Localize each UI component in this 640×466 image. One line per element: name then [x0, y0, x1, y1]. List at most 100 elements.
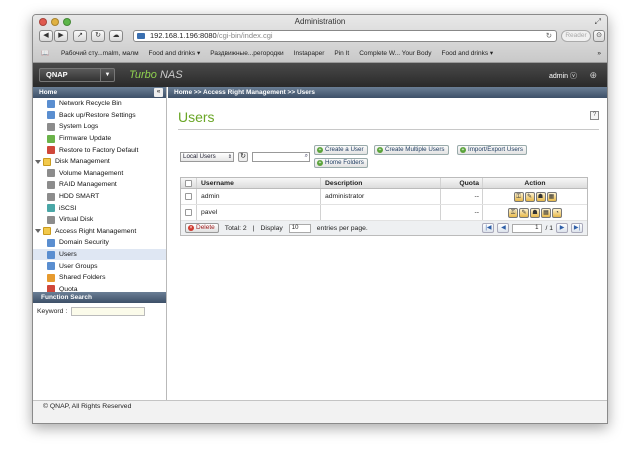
qnap-menu-button[interactable]: QNAP ▼ [39, 68, 115, 82]
function-search-header: Function Search [33, 292, 166, 303]
bookmark-item[interactable]: Instapaper [294, 50, 325, 57]
edit-user-group-icon[interactable]: ☗ [535, 191, 546, 202]
row-checkbox[interactable] [185, 193, 192, 200]
user-type-select[interactable]: Local Users ⇕ [180, 152, 234, 162]
row-checkbox[interactable] [185, 209, 192, 216]
delete-label: Delete [196, 224, 215, 231]
title-bar: Administration ⤢ [33, 15, 607, 29]
downloads-button[interactable]: ⊙ [593, 30, 605, 42]
collapse-sidebar-button[interactable]: « [154, 88, 163, 97]
sidebar-item[interactable]: Firmware Update [33, 133, 166, 145]
change-password-icon[interactable]: ⚿ [513, 191, 524, 202]
sidebar-item-label: Virtual Disk [59, 216, 94, 224]
row-actions: ⚿ ✎ ☗ ▦ ◔ [508, 207, 562, 218]
sidebar-item[interactable]: Users [33, 248, 166, 261]
bookmark-item[interactable]: Pin It [334, 50, 349, 57]
menu-item-icon [47, 146, 55, 155]
table-row[interactable]: pavel -- ⚿ ✎ ☗ ▦ ◔ [181, 205, 587, 221]
edit-shared-folder-permission-icon[interactable]: ▦ [546, 191, 557, 202]
column-description[interactable]: Description [321, 178, 441, 188]
select-arrows-icon: ⇕ [227, 154, 232, 160]
menu-item-icon [47, 285, 55, 292]
fullscreen-icon[interactable]: ⤢ [595, 17, 601, 27]
bookmarks-bar: 📖 Рабочий сту...malm, малм Food and drin… [33, 47, 607, 59]
import-export-users-button[interactable]: + Import/Export Users [457, 145, 528, 155]
help-icon[interactable]: ? [590, 111, 599, 120]
column-username[interactable]: Username [197, 178, 321, 188]
column-quota[interactable]: Quota [441, 178, 483, 188]
reader-button[interactable]: Reader [561, 30, 591, 42]
edit-shared-folder-permission-icon[interactable]: ▦ [541, 207, 551, 218]
edit-profile-icon[interactable]: ✎ [519, 207, 529, 218]
change-password-icon[interactable]: ⚿ [508, 207, 518, 218]
user-menu[interactable]: admin ⓥ [549, 71, 577, 81]
keyword-input[interactable] [71, 307, 146, 316]
table-row[interactable]: admin administrator -- ⚿ ✎ ☗ ▦ [181, 189, 587, 205]
next-page-button[interactable]: ▶ [556, 223, 568, 233]
sidebar-item[interactable]: User Groups [33, 260, 166, 272]
page-title: Users [178, 109, 215, 125]
description-cell [321, 205, 441, 220]
reload-button[interactable]: ↻ [91, 30, 105, 42]
language-globe-icon[interactable]: ⊕ [589, 70, 597, 81]
bookmark-item[interactable]: Complete W... Your Body [359, 50, 431, 57]
create-user-button[interactable]: + Create a User [314, 145, 368, 155]
menu-item-icon [47, 180, 55, 189]
icloud-tabs-button[interactable]: ☁ [109, 30, 123, 42]
expanded-arrow-icon[interactable] [35, 159, 41, 164]
refresh-button[interactable]: ↻ [238, 152, 248, 162]
bookmark-item[interactable]: Food and drinks ▾ [441, 49, 493, 57]
sidebar-item[interactable]: Access Right Management [33, 226, 166, 238]
sidebar-item[interactable]: iSCSI [33, 202, 166, 214]
qnap-header: QNAP ▼ Turbo NAS admin ⓥ ⊕ [33, 63, 607, 87]
chevron-down-icon: ▼ [100, 69, 114, 81]
sidebar-item[interactable]: Disk Management [33, 156, 166, 168]
sidebar-item[interactable]: Back up/Restore Settings [33, 110, 166, 122]
sidebar-item[interactable]: Network Recycle Bin [33, 98, 166, 110]
address-bar[interactable]: 192.168.1.196:8080/cgi-bin/index.cgi ↻ [133, 30, 557, 42]
entries-per-page-select[interactable]: 10 [288, 223, 311, 233]
user-search-input[interactable]: ⌕ [252, 152, 310, 162]
create-multiple-users-button[interactable]: + Create Multiple Users [374, 145, 449, 155]
sidebar-item[interactable]: Restore to Factory Default [33, 144, 166, 156]
last-page-button[interactable]: ▶| [571, 223, 583, 233]
inline-reload-icon[interactable]: ↻ [546, 31, 552, 41]
page-number-input[interactable]: 1 [512, 223, 543, 233]
site-favicon-icon [137, 33, 145, 39]
first-page-button[interactable]: |◀ [482, 223, 495, 233]
bookmark-item[interactable]: Food and drinks ▾ [149, 49, 201, 57]
sidebar-item[interactable]: Shared Folders [33, 272, 166, 284]
expanded-arrow-icon[interactable] [35, 229, 41, 234]
sidebar-item[interactable]: Volume Management [33, 168, 166, 180]
browser-chrome: Administration ⤢ ◀ ▶ ↗ ↻ ☁ 192.168.1.196… [33, 15, 607, 63]
page-total: / 1 [545, 224, 553, 232]
sidebar-item-label: Disk Management [55, 158, 110, 166]
sidebar-item-label: Access Right Management [55, 227, 137, 235]
sidebar-item[interactable]: Quota [33, 284, 166, 292]
sidebar-item[interactable]: Domain Security [33, 237, 166, 249]
delete-button[interactable]: × Delete [185, 223, 219, 233]
bookmarks-book-icon[interactable]: 📖 [41, 49, 51, 57]
edit-profile-icon[interactable]: ✎ [524, 191, 535, 202]
sidebar-item[interactable]: RAID Management [33, 179, 166, 191]
sidebar-item-label: Shared Folders [59, 274, 106, 282]
bookmark-item[interactable]: Раздвижные...регородки [210, 50, 283, 57]
back-button[interactable]: ◀ [39, 30, 53, 42]
previous-page-button[interactable]: ◀ [497, 223, 510, 233]
edit-quota-icon[interactable]: ◔ [552, 207, 562, 218]
action-cell: ⚿ ✎ ☗ ▦ ◔ [483, 205, 587, 220]
forward-button[interactable]: ▶ [54, 30, 68, 42]
sidebar-item[interactable]: HDD SMART [33, 191, 166, 203]
bookmarks-overflow-icon[interactable]: » [597, 50, 601, 57]
navigation-tree: Network Recycle Bin Back up/Restore Setti… [33, 98, 166, 292]
row-actions: ⚿ ✎ ☗ ▦ [513, 191, 557, 202]
edit-user-group-icon[interactable]: ☗ [530, 207, 540, 218]
home-folders-button[interactable]: + Home Folders [314, 158, 368, 168]
select-all-checkbox[interactable] [185, 179, 192, 187]
url-path: /cgi-bin/index.cgi [216, 31, 273, 40]
sidebar-item[interactable]: Virtual Disk [33, 214, 166, 226]
search-icon[interactable]: ⌕ [305, 153, 308, 160]
sidebar-item[interactable]: System Logs [33, 121, 166, 133]
bookmark-item[interactable]: Рабочий сту...malm, малм [61, 50, 139, 57]
share-button[interactable]: ↗ [73, 30, 87, 42]
